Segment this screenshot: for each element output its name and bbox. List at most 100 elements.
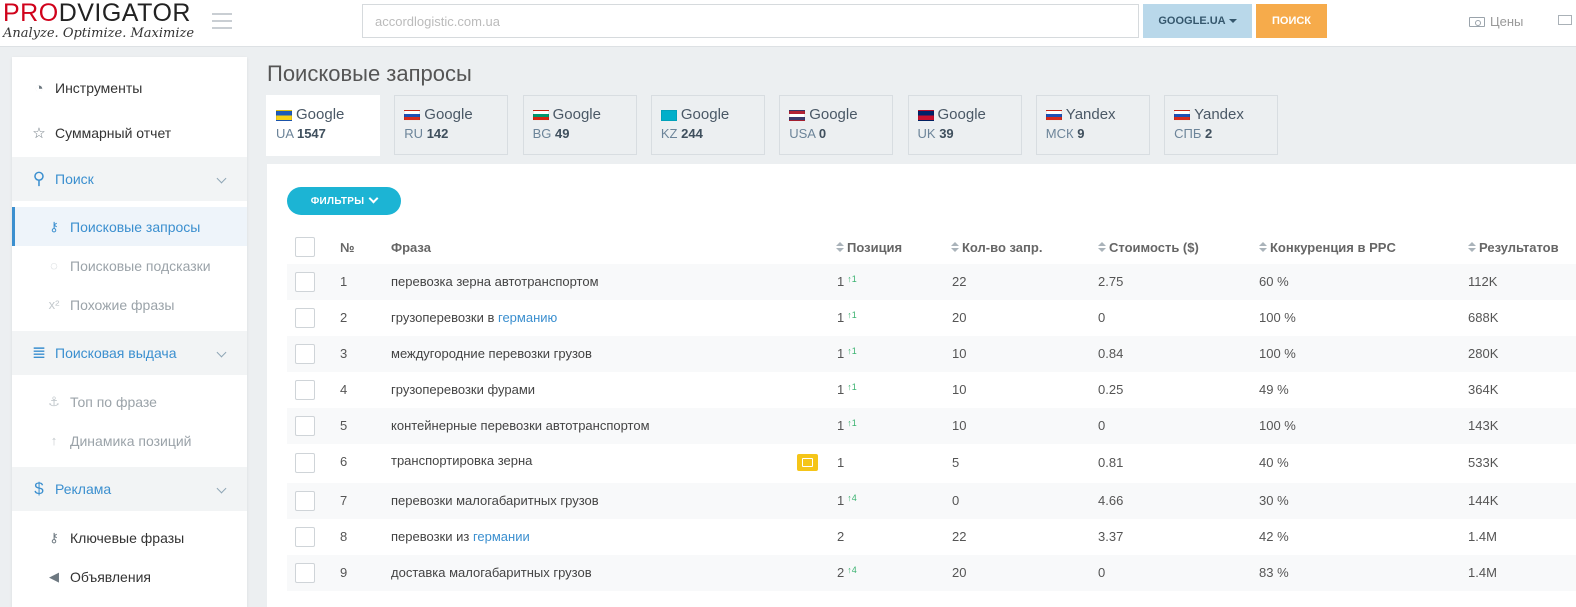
engine-select-button[interactable]: GOOGLE.UA [1143,4,1252,38]
tab-engine: Google [296,106,345,123]
row-volume: 22 [952,274,967,289]
page-title: Поисковые запросы [267,61,472,86]
col-results[interactable]: Результатов [1468,240,1559,255]
tab-google-0[interactable]: Google UA 1547 [266,95,380,156]
sidebar-item-1[interactable]: ☆ Суммарный отчет [12,111,247,155]
logo-tagline: Analyze. Optimize. Maximize [3,26,195,41]
tab-google-3[interactable]: Google KZ 244 [650,95,765,155]
table-row[interactable]: 7 перевозки малогабаритных грузов 1 ↑4 0 4.66… [287,483,1576,519]
sidebar-item-7[interactable]: ⚓ Топ по фразе [12,382,247,421]
row-cost: 4.66 [1098,493,1124,508]
row-checkbox[interactable] [295,380,315,400]
row-competition: 42 % [1259,529,1289,544]
row-position: 1 ↑1 [837,310,857,325]
sidebar-item-label: Объявления [70,568,151,585]
col-volume[interactable]: Кол-во запр. [951,240,1042,255]
table-row[interactable]: 1 перевозка зерна автотранспортом 1 ↑1 22 2.7… [287,264,1576,300]
col-phrase[interactable]: Фраза [391,240,431,255]
row-cost: 2.75 [1098,274,1124,289]
tab-region: UA [276,126,294,141]
sidebar-item-10[interactable]: ⚷ Ключевые фразы [12,518,247,557]
filters-button[interactable]: ФИЛЬТРЫ [287,187,401,215]
sidebar-item-label: Похожие фразы [70,296,175,313]
dollar-icon: $ [34,479,44,498]
dashboard-icon: ◔ [34,79,44,97]
table-row[interactable]: 5 контейнерные перевозки автотранспортом 1… [287,408,1576,444]
table-row[interactable]: 6 транспортировка зерна 1 5 0.81 40 % 533K [287,444,1576,483]
table-row[interactable]: 9 доставка малогабаритных грузов 2 ↑4 20 0 83 … [287,555,1576,591]
row-position: 1 ↑1 [837,382,857,397]
comments-icon: ◌ [50,258,58,273]
menu-toggle-icon[interactable] [212,13,232,29]
image-icon[interactable] [797,454,818,471]
chevron-down-icon[interactable] [216,173,227,184]
tab-count: 2 [1204,126,1213,141]
row-checkbox[interactable] [295,272,315,292]
row-position: 2 ↑4 [837,565,857,580]
row-checkbox[interactable] [295,527,315,547]
table-row[interactable]: 2 грузоперевозки в германию 1 ↑1 20 0 100 % 688… [287,300,1576,336]
row-competition: 83 % [1259,565,1289,580]
tab-google-4[interactable]: Google USA 0 [779,95,894,155]
row-results: 364K [1468,382,1499,397]
col-cost[interactable]: Стоимость ($) [1098,240,1199,255]
sidebar-item-2[interactable]: ⚲ Поиск [12,157,247,201]
sidebar-item-9[interactable]: $ Реклама [12,467,247,511]
phrase-link[interactable]: германии [473,529,530,544]
money-icon [1469,17,1485,27]
sidebar-item-11[interactable]: ◀ Объявления [12,557,247,596]
row-checkbox[interactable] [295,416,315,436]
table-row[interactable]: 4 грузоперевозки фурами 1 ↑1 10 0.25 49 % 364K [287,372,1576,408]
mail-icon[interactable] [1558,15,1572,25]
row-checkbox[interactable] [295,563,315,583]
sidebar-item-3[interactable]: ⚷ Поисковые запросы [12,207,247,246]
sidebar-item-6[interactable]: ≣ Поисковая выдача [12,331,247,375]
search-button[interactable]: ПОИСК [1256,4,1327,38]
logo-rest: DVIGATOR [58,0,191,27]
sidebar-item-label: Поисковая выдача [55,345,177,361]
phrase-link[interactable]: германию [498,310,557,325]
sidebar-item-4[interactable]: ◌ Поисковые подсказки [12,246,247,285]
row-checkbox[interactable] [295,344,315,364]
row-num: 4 [340,382,348,397]
select-all-checkbox[interactable] [295,237,315,257]
row-competition: 40 % [1259,455,1289,470]
table-row[interactable]: 3 междугородние перевозки грузов 1 ↑1 10 0.84… [287,336,1576,372]
position-delta: ↑4 [847,565,857,575]
tab-yandex-6[interactable]: Yandex МСК 9 [1035,95,1150,155]
sidebar-item-label: Поиск [55,171,94,187]
arrow-up-icon: ↑ [50,433,58,448]
col-position[interactable]: Позиция [836,240,902,255]
tab-google-5[interactable]: Google UK 39 [907,95,1022,155]
tab-google-2[interactable]: Google BG 49 [522,95,637,155]
row-checkbox[interactable] [295,491,315,511]
sidebar: ◔ Инструменты ☆ Суммарный отчет ⚲ Поиск ⚷ Поиск… [12,57,247,607]
position-delta: ↑1 [847,346,857,356]
sidebar-item-0[interactable]: ◔ Инструменты [12,66,247,110]
table-row[interactable]: 8 перевозки из германии 2 22 3.37 42 % 1.4M [287,519,1576,555]
tab-engine: Google [680,106,730,123]
prices-link[interactable]: Цены [1469,14,1523,29]
tab-google-1[interactable]: Google RU 142 [394,95,509,155]
bullhorn-icon: ◀ [49,568,59,584]
row-phrase: перевозка зерна автотранспортом [391,274,599,289]
sidebar-item-5[interactable]: x² Похожие фразы [12,285,247,324]
chevron-down-icon[interactable] [216,347,227,358]
tab-count: 1547 [296,126,326,141]
logo[interactable]: PRODVIGATOR Analyze. Optimize. Maximize [3,0,194,41]
domain-search-input[interactable] [362,4,1139,38]
sidebar-item-8[interactable]: ↑ Динамика позиций [12,421,247,460]
col-competition[interactable]: Конкуренция в PPC [1259,240,1396,255]
tab-count: 9 [1077,126,1085,141]
row-position: 1 ↑1 [837,418,857,433]
row-checkbox[interactable] [295,308,315,328]
flag-icon [789,109,806,121]
tab-region: KZ [660,126,678,141]
sidebar-item-label: Инструменты [55,80,143,96]
row-checkbox[interactable] [295,453,315,473]
chevron-down-icon[interactable] [216,483,227,494]
tab-engine: Google [552,106,601,123]
row-results: 1.4M [1468,529,1497,544]
tab-yandex-7[interactable]: Yandex СПБ 2 [1164,95,1279,155]
col-num: № [340,240,355,255]
